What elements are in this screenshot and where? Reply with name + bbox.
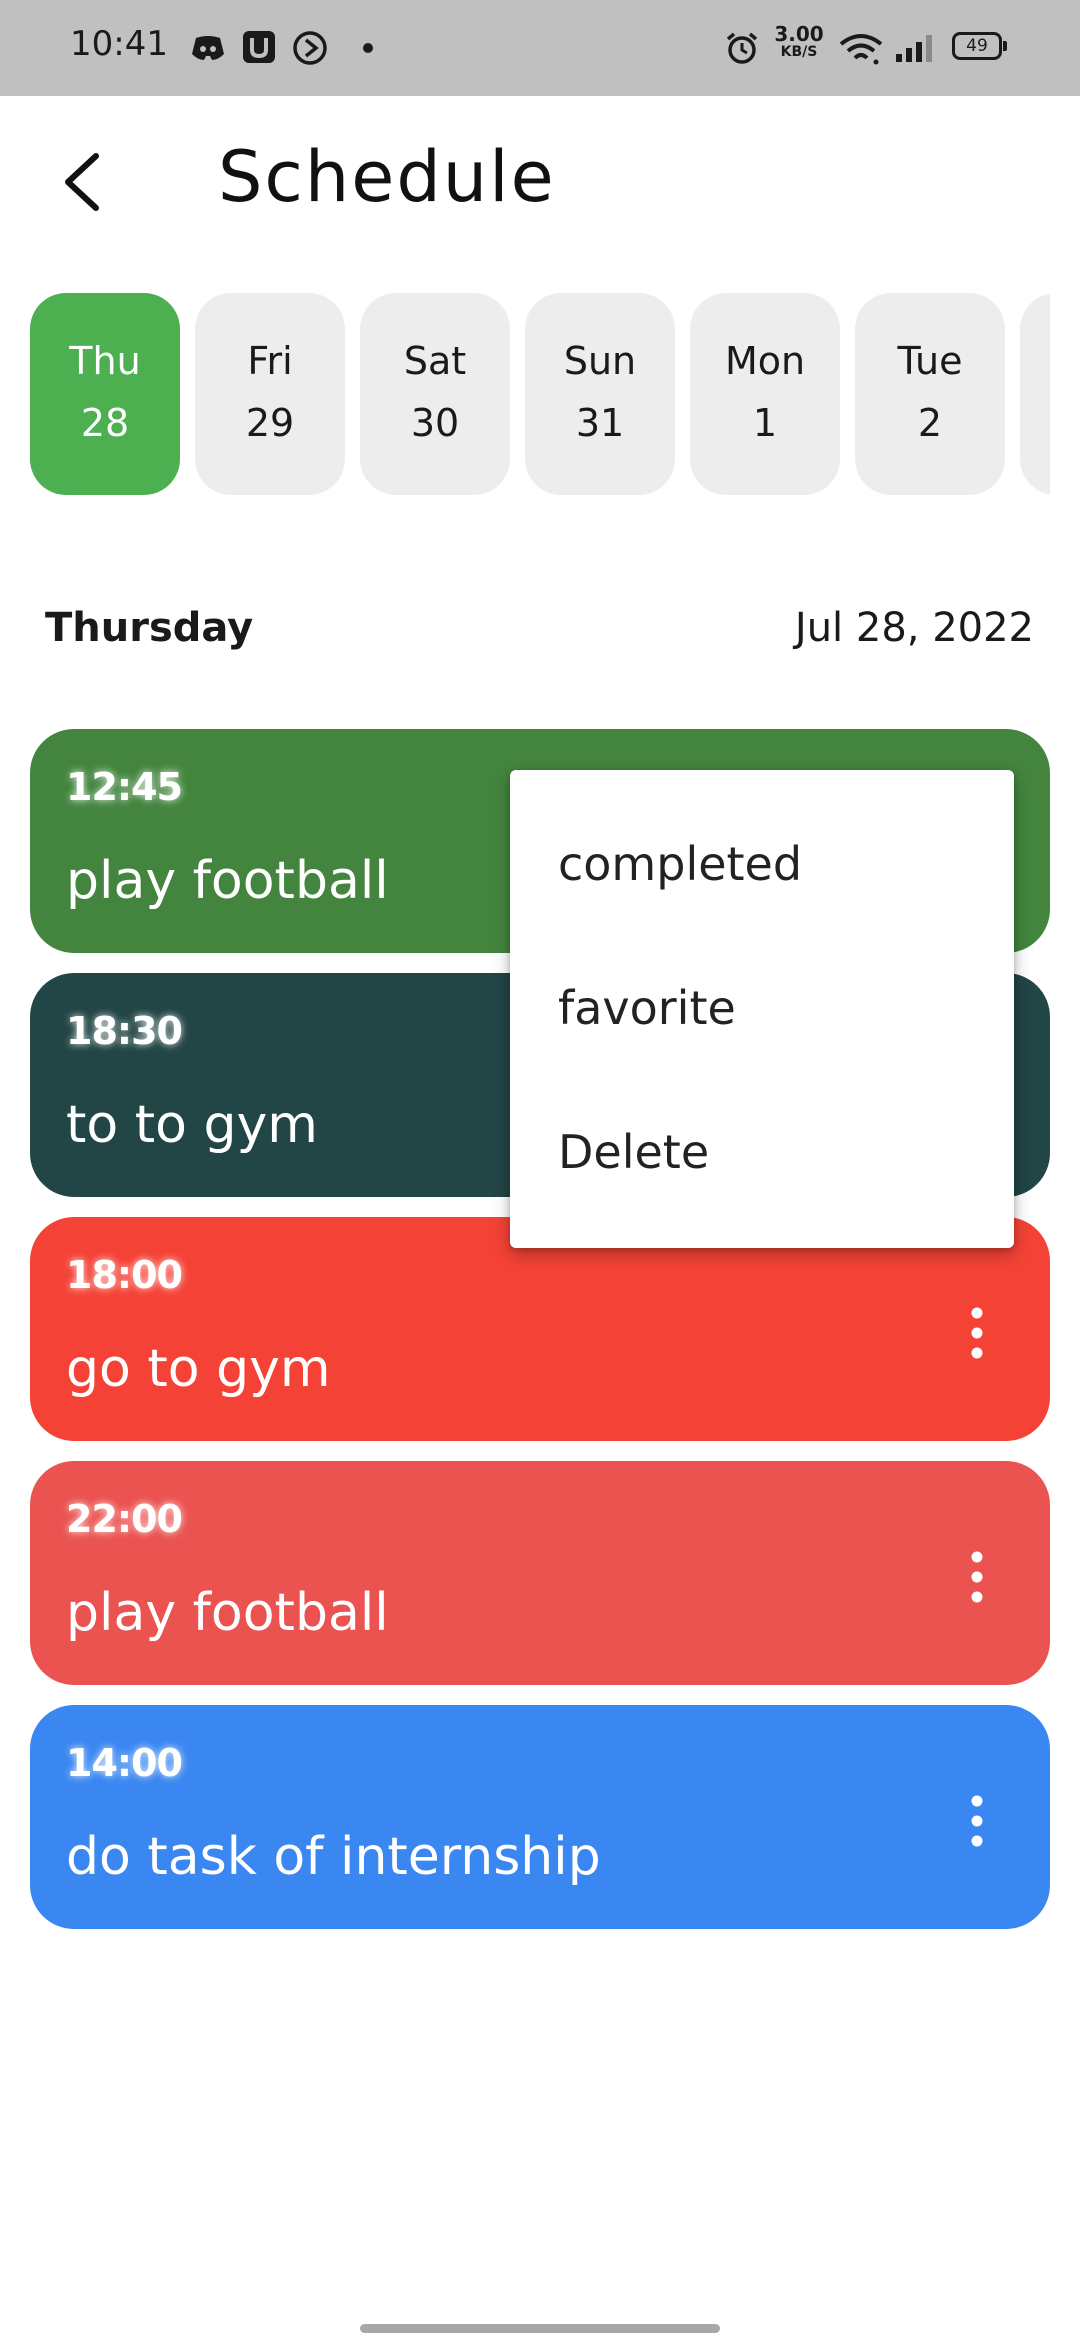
day-selector[interactable]: Thu 28 Fri 29 Sat 30 Sun 31 Mon 1 Tue 2 xyxy=(0,293,1050,495)
day-pill-fri[interactable]: Fri 29 xyxy=(195,293,345,495)
day-number: 28 xyxy=(80,401,130,445)
task-title: go to gym xyxy=(66,1339,331,1399)
menu-item-completed[interactable]: completed xyxy=(510,792,1014,936)
discord-icon xyxy=(192,36,224,60)
task-card[interactable]: 18:00 go to gym xyxy=(30,1217,1050,1441)
wifi-icon xyxy=(839,34,883,65)
day-name: Fri xyxy=(247,339,293,383)
home-indicator[interactable] xyxy=(360,2324,720,2333)
battery-icon: 49 xyxy=(952,32,1007,60)
network-speed-value: 3.00 xyxy=(774,22,824,46)
day-name: Thu xyxy=(69,339,141,383)
status-time: 10:41 xyxy=(70,24,168,64)
day-pill-sun[interactable]: Sun 31 xyxy=(525,293,675,495)
task-time: 22:00 xyxy=(66,1497,183,1541)
notification-dot-icon xyxy=(363,43,373,53)
more-vert-icon[interactable] xyxy=(970,1549,984,1605)
task-time: 18:30 xyxy=(66,1009,183,1053)
task-title: do task of internship xyxy=(66,1827,601,1887)
schedule-screen: 10:41 3.00 KB/S 49 Schedule Thu 28 Fri 2… xyxy=(0,0,1080,2340)
menu-item-delete[interactable]: Delete xyxy=(510,1080,1014,1224)
task-options-menu: completed favorite Delete xyxy=(510,770,1014,1248)
day-number: 31 xyxy=(575,401,625,445)
day-name: Sat xyxy=(403,339,467,383)
day-name: Sun xyxy=(563,339,637,383)
day-name: Mon xyxy=(724,339,806,383)
task-time: 14:00 xyxy=(66,1741,183,1785)
task-title: play football xyxy=(66,851,389,911)
more-vert-icon[interactable] xyxy=(970,1305,984,1361)
day-number: 29 xyxy=(245,401,295,445)
day-pill-sat[interactable]: Sat 30 xyxy=(360,293,510,495)
selected-date: Jul 28, 2022 xyxy=(794,605,1034,651)
network-speed-unit: KB/S xyxy=(780,44,818,60)
play-circle-icon xyxy=(293,31,327,65)
task-title: play football xyxy=(66,1583,389,1643)
network-speed: 3.00 KB/S xyxy=(771,24,827,59)
day-number: 2 xyxy=(917,401,943,445)
page-title: Schedule xyxy=(218,136,556,218)
signal-icon xyxy=(896,35,932,62)
back-chevron-icon[interactable] xyxy=(58,150,108,214)
day-pill-thu[interactable]: Thu 28 xyxy=(30,293,180,495)
status-bar: 10:41 3.00 KB/S 49 xyxy=(0,0,1080,96)
alarm-icon xyxy=(726,32,758,64)
day-name: Tue xyxy=(897,339,963,383)
day-pill-tue[interactable]: Tue 2 xyxy=(855,293,1005,495)
day-pill-next[interactable] xyxy=(1020,293,1050,495)
task-card[interactable]: 22:00 play football xyxy=(30,1461,1050,1685)
selected-weekday: Thursday xyxy=(45,605,254,651)
menu-item-favorite[interactable]: favorite xyxy=(510,936,1014,1080)
day-number: 30 xyxy=(410,401,460,445)
u-app-icon xyxy=(243,31,275,63)
task-card[interactable]: 14:00 do task of internship xyxy=(30,1705,1050,1929)
task-time: 12:45 xyxy=(66,765,183,809)
task-time: 18:00 xyxy=(66,1253,183,1297)
more-vert-icon[interactable] xyxy=(970,1793,984,1849)
task-title: to to gym xyxy=(66,1095,318,1155)
day-number: 1 xyxy=(752,401,778,445)
day-pill-mon[interactable]: Mon 1 xyxy=(690,293,840,495)
